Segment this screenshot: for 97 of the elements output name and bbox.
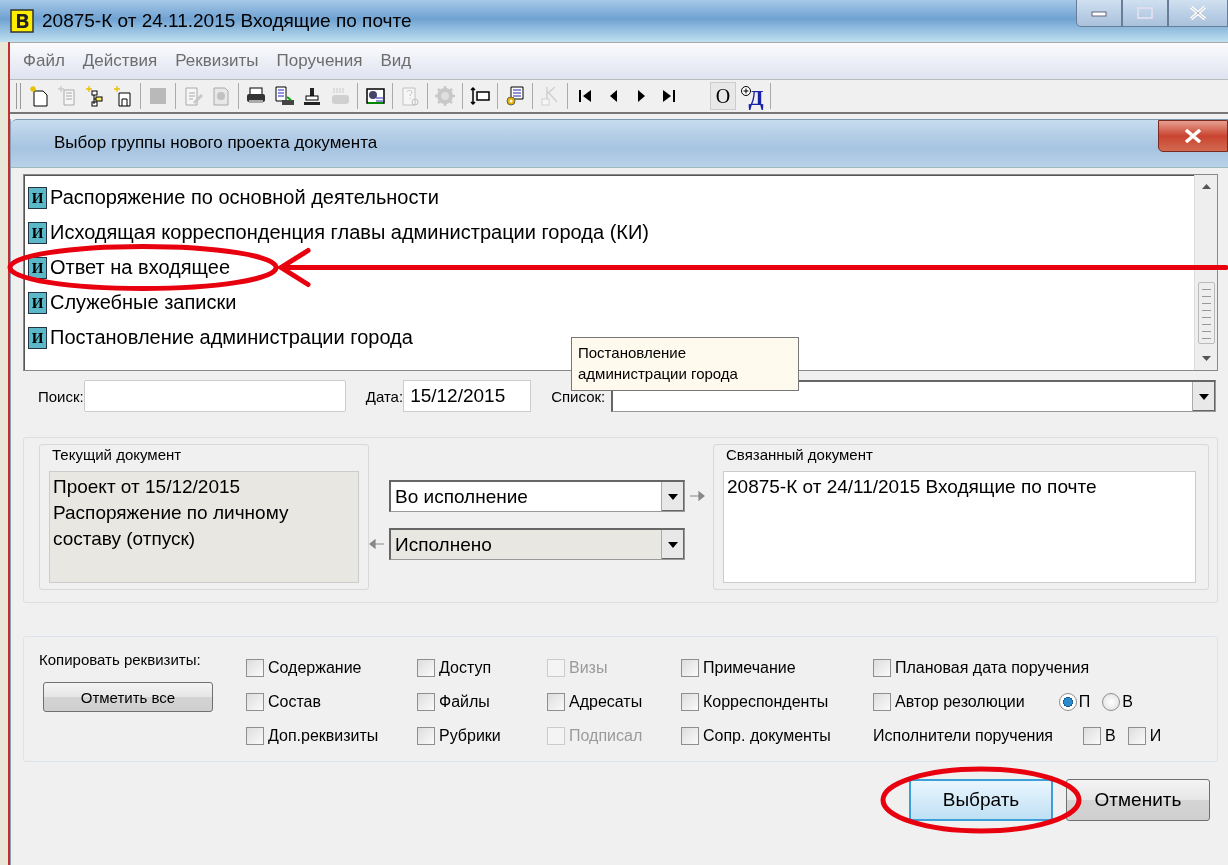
checkbox-box[interactable] <box>417 727 435 745</box>
group-title: Текущий документ <box>50 446 184 463</box>
window-title: 20875-К от 24.11.2015 Входящие по почте <box>42 10 412 32</box>
checkbox[interactable]: Файлы <box>417 693 490 711</box>
document-scanner-icon <box>273 85 295 107</box>
signature-icon <box>539 85 561 107</box>
checkbox-box[interactable] <box>547 693 565 711</box>
question-document-icon <box>399 85 421 107</box>
linked-document-text: 20875-К от 24/11/2015 Входящие по почте <box>723 471 1196 583</box>
toolbar-grip <box>16 83 21 109</box>
zoom-button[interactable]: Д <box>738 82 766 110</box>
vertical-resize-icon <box>469 85 491 107</box>
checkbox-box[interactable] <box>681 659 699 677</box>
checkbox[interactable]: Плановая дата поручения <box>873 659 1090 677</box>
select-button[interactable]: Выбрать <box>909 779 1053 821</box>
cancel-button[interactable]: Отменить <box>1066 779 1210 821</box>
dropdown-arrow-icon <box>667 492 679 501</box>
menu-item[interactable]: Действия <box>73 47 167 75</box>
list-item[interactable]: Служебные записки <box>50 291 237 314</box>
menu-item[interactable]: Поручения <box>267 47 372 75</box>
direction-arrow-icon <box>689 491 705 501</box>
mark-all-button[interactable]: Отметить все <box>43 682 213 712</box>
search-field[interactable] <box>83 380 346 412</box>
dropdown-arrow-icon <box>667 540 679 549</box>
checkbox[interactable]: Адресаты <box>547 693 643 711</box>
checkbox[interactable]: И <box>1127 727 1162 745</box>
letter-icon: И <box>28 326 47 349</box>
document-gear-icon <box>504 85 526 107</box>
list-item[interactable]: Ответ на входящее <box>50 256 231 279</box>
minimize-icon <box>1091 9 1107 17</box>
letter-icon: И <box>28 221 47 244</box>
gear-icon <box>434 85 456 107</box>
letter-icon: И <box>28 186 47 209</box>
checkbox[interactable]: Рубрики <box>417 727 501 745</box>
group-title: Связанный документ <box>724 446 875 463</box>
link-type-dropdown[interactable]: Исполнено <box>389 528 685 560</box>
copy-document-icon <box>56 85 78 107</box>
checkbox-box[interactable] <box>417 693 435 711</box>
dropdown-arrow-icon <box>1198 392 1210 401</box>
close-icon <box>1189 6 1207 20</box>
close-button[interactable] <box>1158 120 1228 152</box>
checkbox[interactable]: Корреспонденты <box>681 693 829 711</box>
square-icon <box>147 85 169 107</box>
checkbox-box[interactable] <box>873 693 891 711</box>
direction-arrow-icon <box>369 539 385 549</box>
scrollbar[interactable] <box>1194 175 1217 370</box>
date-label: Дата: <box>365 387 404 405</box>
checkbox-box[interactable] <box>1083 727 1101 745</box>
checkbox[interactable]: Примечание <box>681 659 796 677</box>
checkbox-box[interactable] <box>246 659 264 677</box>
maximize-button[interactable] <box>1122 0 1168 27</box>
checkbox-box[interactable] <box>1127 727 1146 745</box>
magnifier-document-icon <box>210 85 232 107</box>
search-label: Поиск: <box>38 387 84 405</box>
tree-document-icon <box>84 85 106 107</box>
close-icon <box>1184 129 1202 143</box>
fax-machine-icon <box>329 85 351 107</box>
menu-item[interactable]: Вид <box>371 47 421 75</box>
new-document-icon <box>28 85 50 107</box>
checkbox[interactable]: Сопр. документы <box>681 727 831 745</box>
minimize-button[interactable] <box>1076 0 1122 27</box>
edit-document-icon <box>182 85 204 107</box>
letter-icon: И <box>28 291 47 314</box>
checkbox-box[interactable] <box>246 693 264 711</box>
checkbox[interactable]: Содержание <box>246 659 362 677</box>
link-type-dropdown[interactable]: Во исполнение <box>389 480 685 512</box>
checkbox-box[interactable] <box>681 693 699 711</box>
checkbox[interactable]: Состав <box>246 693 321 711</box>
list-item[interactable]: Распоряжение по основной деятельности <box>50 186 439 209</box>
checkbox-box[interactable] <box>681 727 699 745</box>
previous-record-icon <box>608 89 618 103</box>
copy-label: Копировать реквизиты: <box>39 651 202 668</box>
dialog-title: Выбор группы нового проекта документа <box>54 133 378 153</box>
date-field[interactable]: 15/12/2015 <box>403 380 532 412</box>
checkbox[interactable]: Автор резолюции <box>873 693 1025 711</box>
list-item[interactable]: Исходящая корреспонденция главы администрации города (КИ) <box>50 221 649 244</box>
menu-item[interactable]: Файл <box>14 47 74 75</box>
checkbox[interactable]: Доп.реквизиты <box>246 727 379 745</box>
maximize-icon <box>1137 7 1153 19</box>
executors-label: Исполнители поручения <box>873 727 1053 745</box>
scrollbar-thumb[interactable] <box>1197 281 1215 344</box>
toolbar-button[interactable]: О <box>710 82 736 110</box>
list-item[interactable]: Постановление администрации города <box>50 326 413 349</box>
close-button[interactable] <box>1168 0 1228 27</box>
stamp-icon <box>301 85 323 107</box>
checkbox-box[interactable] <box>246 727 264 745</box>
checkbox[interactable]: Доступ <box>417 659 492 677</box>
tooltip: Постановление администрации города <box>571 337 799 391</box>
new-folder-icon <box>112 85 134 107</box>
checkbox-box[interactable] <box>417 659 435 677</box>
screen-document-icon <box>364 85 386 107</box>
current-document-text: Проект от 15/12/2015 Распоряжение по личному составу (отпуск) <box>49 471 359 583</box>
checkbox[interactable]: В <box>1083 727 1116 745</box>
checkbox-box[interactable] <box>873 659 891 677</box>
app-logo-icon <box>10 9 34 33</box>
menu-item[interactable]: Реквизиты <box>166 47 268 75</box>
next-record-icon <box>636 89 646 103</box>
